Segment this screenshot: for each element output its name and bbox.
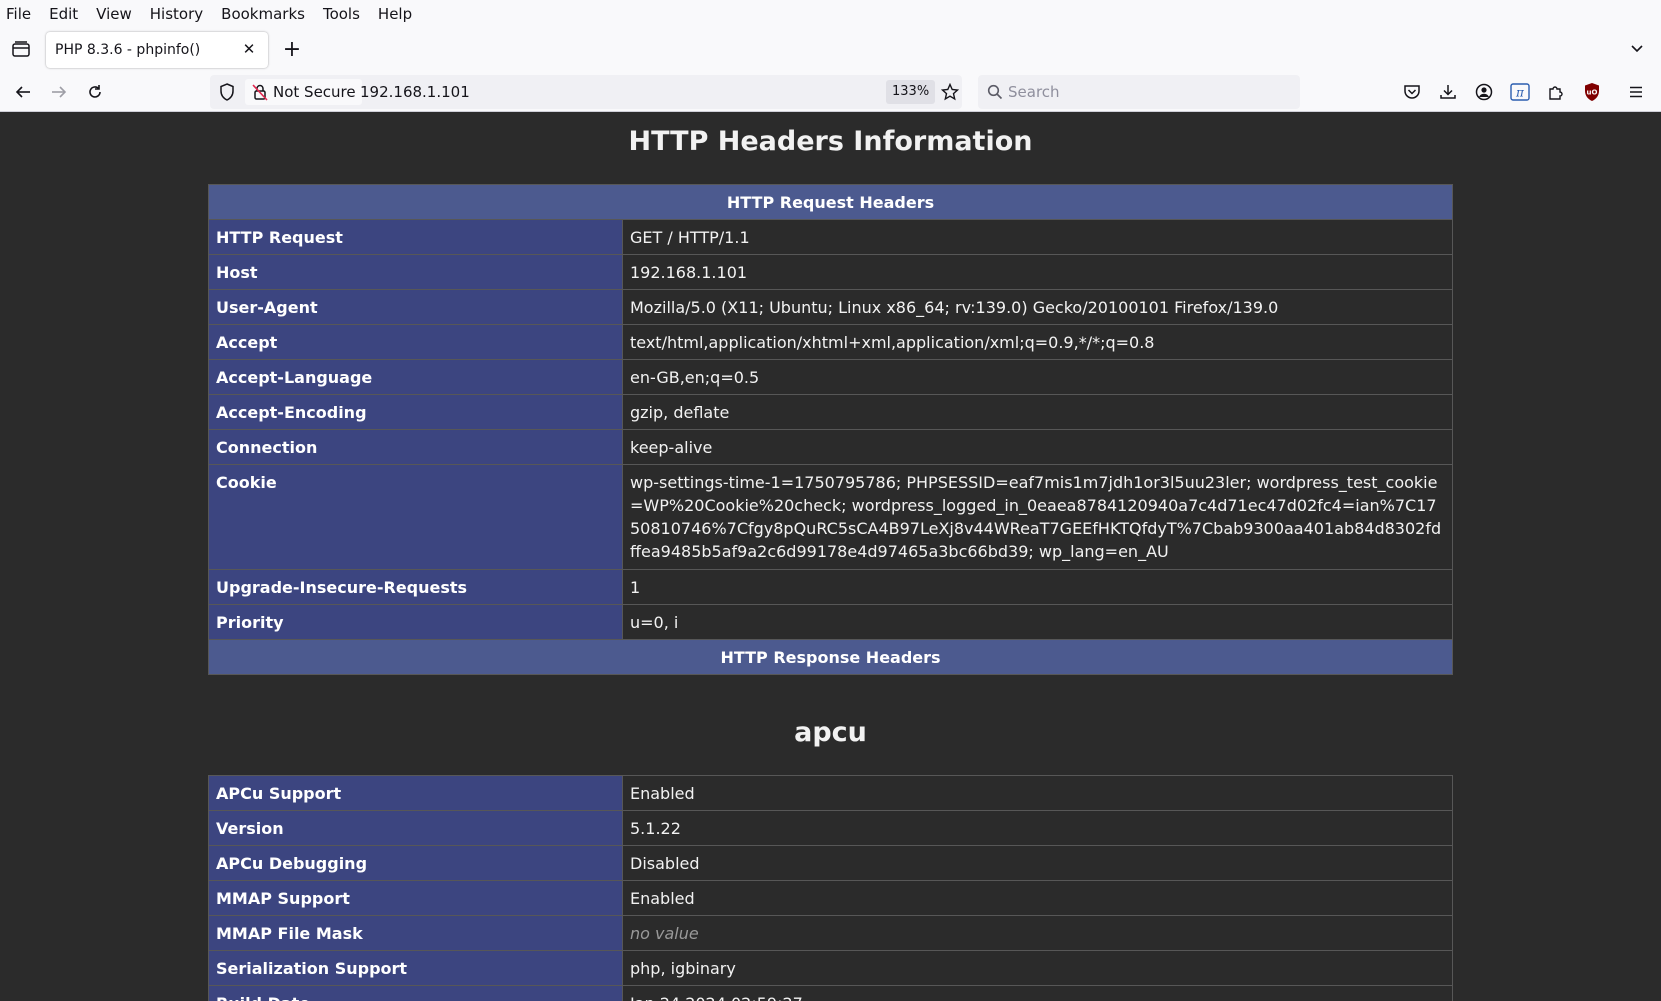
firefox-view-icon[interactable] bbox=[10, 38, 32, 60]
table-row: MMAP Support Enabled bbox=[208, 880, 1453, 916]
downloads-icon[interactable] bbox=[1436, 80, 1460, 104]
apcu-key: APCu Support bbox=[208, 775, 623, 811]
pocket-icon[interactable] bbox=[1400, 80, 1424, 104]
table-row: Build DateJan 24 2024 02:59:27 bbox=[208, 985, 1453, 1001]
extension-pi-icon[interactable]: π bbox=[1508, 80, 1532, 104]
header-key: User-Agent bbox=[208, 289, 623, 325]
url-text[interactable]: 192.168.1.101 bbox=[360, 83, 470, 101]
headers-section-title: HTTP Headers Information bbox=[628, 126, 1033, 157]
request-headers-heading: HTTP Request Headers bbox=[208, 184, 1453, 220]
app-menu-icon[interactable] bbox=[1624, 80, 1648, 104]
table-row: APCu Support Enabled bbox=[208, 775, 1453, 811]
tab-title: PHP 8.3.6 - phpinfo() bbox=[55, 42, 201, 58]
tab-bar: PHP 8.3.6 - phpinfo() ✕ + bbox=[0, 28, 1661, 72]
table-row: Host 192.168.1.101 bbox=[208, 254, 1453, 290]
header-key: HTTP Request bbox=[208, 219, 623, 255]
header-value: keep-alive bbox=[622, 429, 1453, 465]
table-row: Cookie wp-settings-time-1=1750795786; PHP… bbox=[208, 464, 1453, 570]
table-row: APCu Debugging Disabled bbox=[208, 845, 1453, 881]
menu-file[interactable]: File bbox=[6, 5, 31, 23]
header-value: 1 bbox=[622, 569, 1453, 605]
apcu-key: Serialization Support bbox=[208, 950, 623, 986]
zoom-level-button[interactable]: 133% bbox=[886, 80, 936, 104]
cookie-value: wp-settings-time-1=1750795786; PHPSESSID… bbox=[622, 464, 1453, 570]
extensions-puzzle-icon[interactable] bbox=[1544, 80, 1568, 104]
table-row: Upgrade-Insecure-Requests 1 bbox=[208, 569, 1453, 605]
new-tab-icon[interactable]: + bbox=[280, 37, 304, 62]
table-row: Priority u=0, i bbox=[208, 604, 1453, 640]
apcu-value: 5.1.22 bbox=[622, 810, 1453, 846]
header-key: Priority bbox=[208, 604, 623, 640]
apcu-key: APCu Debugging bbox=[208, 845, 623, 881]
insecure-lock-icon bbox=[252, 84, 268, 101]
apcu-value: Disabled bbox=[622, 845, 1453, 881]
response-headers-heading: HTTP Response Headers bbox=[208, 639, 1453, 675]
table-row: Accept-Encoding gzip, deflate bbox=[208, 394, 1453, 430]
svg-text:π: π bbox=[1515, 86, 1525, 100]
header-value: GET / HTTP/1.1 bbox=[622, 219, 1453, 255]
svg-text:uO: uO bbox=[1587, 89, 1598, 97]
table-row: MMAP File Mask no value bbox=[208, 915, 1453, 951]
menu-bookmarks[interactable]: Bookmarks bbox=[221, 5, 305, 23]
forward-icon[interactable] bbox=[46, 79, 72, 105]
search-bar[interactable] bbox=[978, 75, 1300, 109]
table-row: Connection keep-alive bbox=[208, 429, 1453, 465]
apcu-value: no value bbox=[622, 915, 1453, 951]
header-value: en-GB,en;q=0.5 bbox=[622, 359, 1453, 395]
menu-tools[interactable]: Tools bbox=[323, 5, 360, 23]
apcu-key: MMAP Support bbox=[208, 880, 623, 916]
apcu-key: Build Date bbox=[208, 985, 623, 1001]
apcu-value: php, igbinary bbox=[622, 950, 1453, 986]
table-row: Serialization Support php, igbinary bbox=[208, 950, 1453, 986]
menu-bar: File Edit View History Bookmarks Tools H… bbox=[0, 0, 1661, 28]
list-all-tabs-icon[interactable] bbox=[1629, 40, 1647, 58]
page-content: HTTP Headers Information HTTP Request He… bbox=[0, 112, 1661, 1001]
header-key: Connection bbox=[208, 429, 623, 465]
apcu-value: Jan 24 2024 02:59:27 bbox=[622, 985, 1453, 1001]
header-key: Accept bbox=[208, 324, 623, 360]
close-tab-icon[interactable]: ✕ bbox=[240, 40, 258, 58]
apcu-key: MMAP File Mask bbox=[208, 915, 623, 951]
apcu-value: Enabled bbox=[622, 775, 1453, 811]
not-secure-label: Not Secure bbox=[273, 83, 356, 101]
header-key: Host bbox=[208, 254, 623, 290]
header-value: u=0, i bbox=[622, 604, 1453, 640]
header-value: Mozilla/5.0 (X11; Ubuntu; Linux x86_64; … bbox=[622, 289, 1453, 325]
http-headers-table: HTTP Request Headers HTTP Request GET / H… bbox=[208, 184, 1453, 675]
browser-chrome: File Edit View History Bookmarks Tools H… bbox=[0, 0, 1661, 112]
header-key: Upgrade-Insecure-Requests bbox=[208, 569, 623, 605]
menu-view[interactable]: View bbox=[96, 5, 132, 23]
reload-icon[interactable] bbox=[82, 79, 108, 105]
header-key: Cookie bbox=[208, 464, 623, 570]
header-value: 192.168.1.101 bbox=[622, 254, 1453, 290]
ublock-origin-icon[interactable]: uO bbox=[1580, 80, 1604, 104]
bookmark-star-icon[interactable] bbox=[938, 80, 962, 104]
apcu-section-title: apcu bbox=[794, 717, 867, 748]
menu-history[interactable]: History bbox=[150, 5, 203, 23]
menu-edit[interactable]: Edit bbox=[49, 5, 78, 23]
header-key: Accept-Encoding bbox=[208, 394, 623, 430]
url-bar[interactable]: Not Secure 192.168.1.101 133% bbox=[210, 75, 962, 109]
header-value: text/html,application/xhtml+xml,applicat… bbox=[622, 324, 1453, 360]
account-icon[interactable] bbox=[1472, 80, 1496, 104]
not-secure-indicator[interactable]: Not Secure bbox=[245, 79, 362, 105]
search-icon bbox=[987, 84, 1003, 100]
header-key: Accept-Language bbox=[208, 359, 623, 395]
menu-help[interactable]: Help bbox=[378, 5, 412, 23]
table-row: Accept-Language en-GB,en;q=0.5 bbox=[208, 359, 1453, 395]
nav-bar: Not Secure 192.168.1.101 133% π bbox=[0, 72, 1661, 112]
tracking-protection-shield-icon[interactable] bbox=[216, 81, 238, 103]
table-row: User-Agent Mozilla/5.0 (X11; Ubuntu; Linu… bbox=[208, 289, 1453, 325]
table-row: HTTP Request GET / HTTP/1.1 bbox=[208, 219, 1453, 255]
tab-phpinfo[interactable]: PHP 8.3.6 - phpinfo() ✕ bbox=[46, 32, 268, 68]
table-row: Version 5.1.22 bbox=[208, 810, 1453, 846]
table-row: Accept text/html,application/xhtml+xml,ap… bbox=[208, 324, 1453, 360]
apcu-value: Enabled bbox=[622, 880, 1453, 916]
no-value-text: no value bbox=[630, 923, 699, 943]
header-value: gzip, deflate bbox=[622, 394, 1453, 430]
search-input[interactable] bbox=[1008, 81, 1288, 103]
back-icon[interactable] bbox=[10, 79, 36, 105]
apcu-table: APCu Support Enabled Version 5.1.22 APCu D… bbox=[208, 775, 1453, 1001]
apcu-key: Version bbox=[208, 810, 623, 846]
